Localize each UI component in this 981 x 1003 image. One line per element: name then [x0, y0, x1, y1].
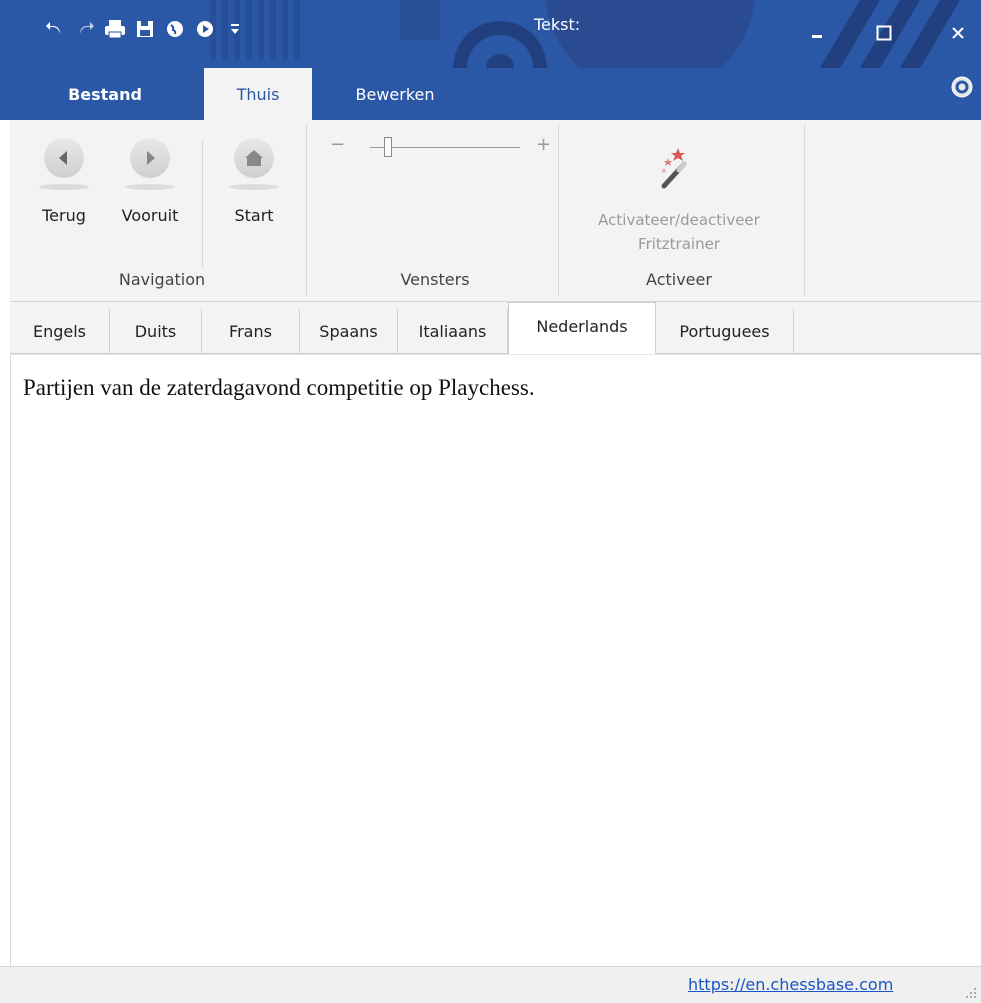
group-separator [804, 124, 805, 296]
group-separator [306, 124, 307, 296]
vensters-group-label: Vensters [400, 270, 470, 289]
tab-italiaans[interactable]: Italiaans [398, 309, 508, 354]
navigation-divider [202, 140, 203, 268]
help-button[interactable] [951, 76, 973, 98]
group-separator [558, 124, 559, 296]
activeer-group-label: Activeer [646, 270, 712, 289]
status-bar: https://en.chessbase.com [0, 966, 981, 1003]
start-button-label: Start [234, 206, 274, 225]
back-button-label: Terug [42, 206, 86, 225]
tab-bestand[interactable]: Bestand [50, 68, 160, 120]
tab-spaans[interactable]: Spaans [300, 309, 398, 354]
globe-icon[interactable] [160, 14, 190, 44]
arrow-right-icon [130, 138, 170, 178]
close-button[interactable] [938, 18, 978, 48]
back-button[interactable]: Terug [34, 138, 94, 248]
help-icon [951, 76, 973, 98]
fritztrainer-label-line2: Fritztrainer [638, 235, 720, 253]
ribbon-tab-bar: Bestand Thuis Bewerken [0, 68, 981, 120]
minimize-icon [812, 35, 822, 38]
zoom-plus[interactable]: + [536, 134, 551, 155]
minimize-button[interactable] [798, 18, 838, 48]
magic-wand-icon [661, 148, 687, 189]
start-button[interactable]: Start [224, 138, 284, 248]
zoom-minus[interactable]: − [330, 134, 345, 155]
navigation-group-label: Navigation [118, 270, 206, 289]
forward-button[interactable]: Vooruit [120, 138, 180, 248]
fritztrainer-button[interactable] [650, 134, 700, 192]
zoom-thumb[interactable] [384, 137, 392, 157]
ribbon-panel: Terug Vooruit Start Navigation − + Venst… [10, 120, 981, 302]
quick-access-toolbar [40, 14, 250, 44]
tab-duits[interactable]: Duits [110, 309, 202, 354]
redo-icon[interactable] [70, 14, 100, 44]
tab-engels[interactable]: Engels [10, 309, 110, 354]
fritztrainer-label-line1: Activateer/deactiveer [598, 211, 760, 229]
text-content-area[interactable]: Partijen van de zaterdagavond competitie… [10, 354, 981, 966]
forward-button-label: Vooruit [121, 206, 179, 225]
print-icon[interactable] [100, 14, 130, 44]
globe-play-icon[interactable] [190, 14, 220, 44]
window-title: Tekst: [534, 15, 581, 34]
home-icon [234, 138, 274, 178]
tab-nederlands[interactable]: Nederlands [508, 302, 656, 355]
button-shadow [229, 184, 279, 190]
tab-bewerken[interactable]: Bewerken [330, 68, 460, 120]
maximize-button[interactable] [864, 18, 904, 48]
resize-grip-icon[interactable] [965, 987, 977, 999]
undo-icon[interactable] [40, 14, 70, 44]
tab-thuis[interactable]: Thuis [204, 68, 312, 120]
close-icon [952, 27, 964, 39]
language-tab-bar: Engels Duits Frans Spaans Italiaans Nede… [10, 302, 981, 355]
tab-portuguees[interactable]: Portuguees [656, 309, 794, 354]
zoom-track [370, 147, 520, 148]
title-bar: Tekst: [0, 0, 981, 68]
zoom-slider[interactable]: − + [330, 132, 551, 162]
tab-frans[interactable]: Frans [202, 309, 300, 354]
customize-dropdown-icon[interactable] [220, 14, 250, 44]
content-text: Partijen van de zaterdagavond competitie… [23, 375, 535, 400]
maximize-icon [876, 25, 892, 41]
button-shadow [125, 184, 175, 190]
save-icon[interactable] [130, 14, 160, 44]
arrow-left-icon [44, 138, 84, 178]
chessbase-link[interactable]: https://en.chessbase.com [688, 975, 893, 994]
fritztrainer-button-label[interactable]: Activateer/deactiveer Fritztrainer [570, 208, 788, 256]
button-shadow [39, 184, 89, 190]
